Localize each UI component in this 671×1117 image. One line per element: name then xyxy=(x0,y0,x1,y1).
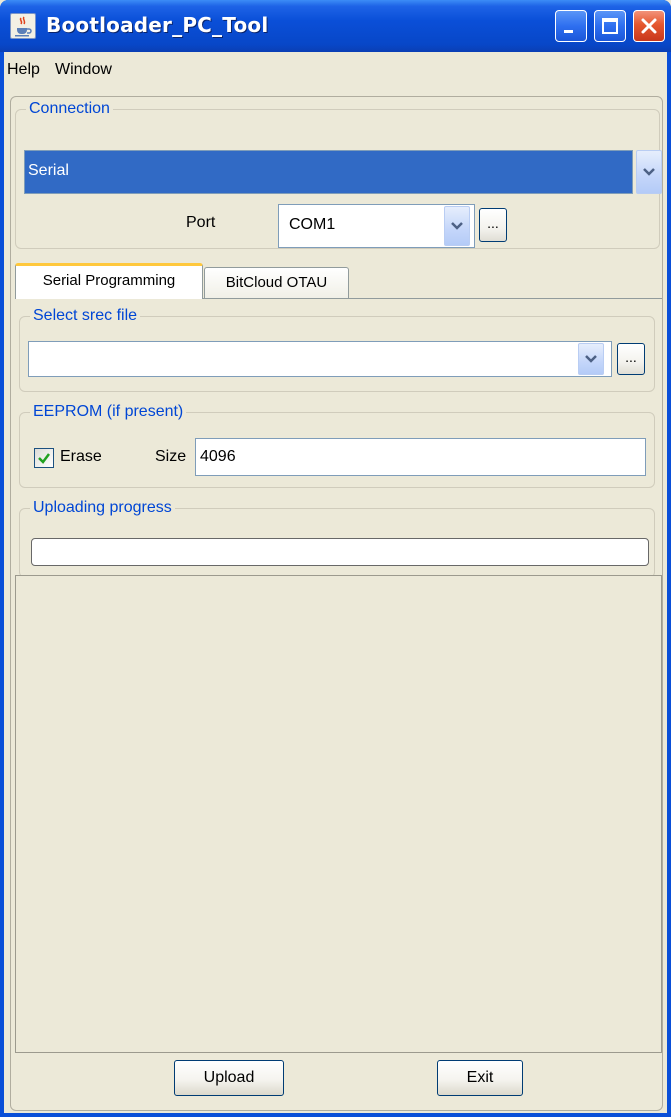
chevron-down-icon[interactable] xyxy=(578,343,604,375)
tab-bitcloud-otau[interactable]: BitCloud OTAU xyxy=(204,267,349,299)
menu-help[interactable]: Help xyxy=(7,61,40,79)
progress-legend: Uploading progress xyxy=(30,498,175,518)
app-window: Bootloader_PC_Tool Help Window Connectio… xyxy=(0,0,671,1117)
window-title: Bootloader_PC_Tool xyxy=(46,13,269,37)
erase-checkbox[interactable] xyxy=(34,448,54,468)
srec-file-select[interactable] xyxy=(28,341,612,377)
connection-type-value: Serial xyxy=(28,162,69,179)
title-bar[interactable]: Bootloader_PC_Tool xyxy=(0,0,671,52)
port-label: Port xyxy=(186,214,216,231)
main-panel: Connection Serial Port COM1 ... Serial P… xyxy=(10,96,663,1111)
eeprom-legend: EEPROM (if present) xyxy=(30,402,187,422)
connection-type-select[interactable]: Serial xyxy=(24,150,633,194)
eeprom-group: EEPROM (if present) Erase Size 4096 xyxy=(19,402,655,488)
port-browse-button[interactable]: ... xyxy=(479,208,507,242)
progress-group: Uploading progress xyxy=(19,498,655,578)
size-label: Size xyxy=(155,448,187,465)
srec-group: Select srec file ... xyxy=(19,306,655,392)
chevron-down-icon[interactable] xyxy=(444,206,470,246)
log-area xyxy=(15,575,662,1053)
serial-programming-panel: Select srec file ... EEPROM (if present)… xyxy=(15,298,662,578)
exit-button[interactable]: Exit xyxy=(437,1060,523,1096)
srec-browse-button[interactable]: ... xyxy=(617,343,645,375)
size-value: 4096 xyxy=(200,448,236,465)
tab-serial-programming[interactable]: Serial Programming xyxy=(15,263,203,299)
maximize-icon[interactable] xyxy=(594,10,626,42)
upload-progress-bar xyxy=(31,538,649,566)
client-area: Help Window Connection Serial Port COM1 xyxy=(4,52,667,1113)
menu-window[interactable]: Window xyxy=(55,61,112,79)
size-input[interactable]: 4096 xyxy=(195,438,646,476)
erase-label: Erase xyxy=(60,448,102,465)
button-bar: Upload Exit xyxy=(15,1055,662,1107)
connection-legend: Connection xyxy=(26,99,113,119)
close-icon[interactable] xyxy=(633,10,665,42)
srec-legend: Select srec file xyxy=(30,306,141,326)
menu-bar: Help Window xyxy=(4,52,667,90)
upload-button[interactable]: Upload xyxy=(174,1060,284,1096)
java-cup-icon xyxy=(10,13,36,39)
connection-group: Connection Serial Port COM1 ... xyxy=(15,99,662,249)
port-value: COM1 xyxy=(289,216,336,233)
minimize-icon[interactable] xyxy=(555,10,587,42)
chevron-down-icon[interactable] xyxy=(636,150,662,194)
